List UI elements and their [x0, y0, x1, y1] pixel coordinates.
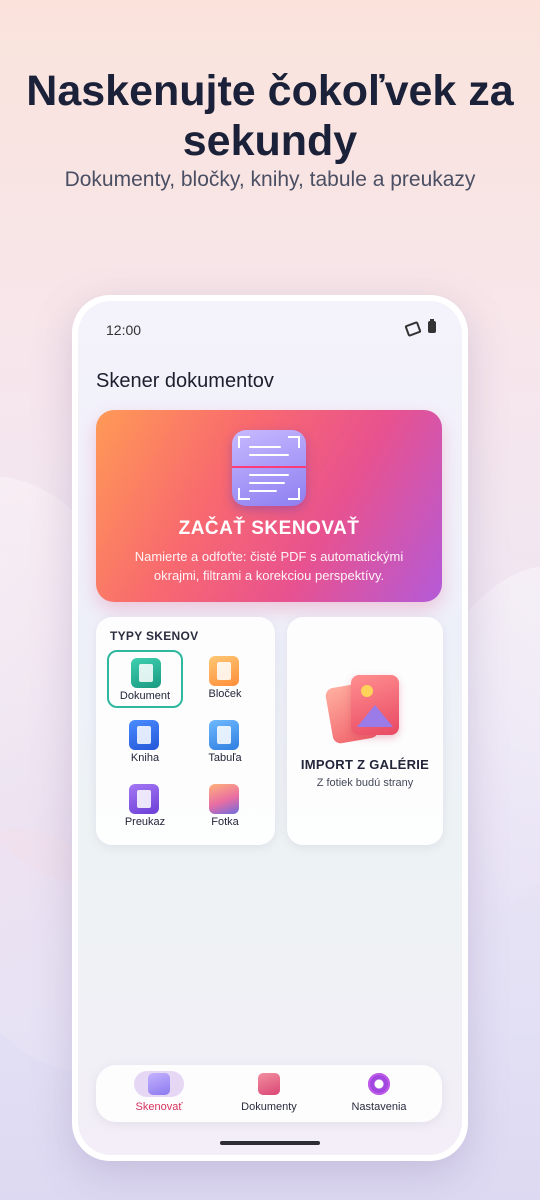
scan-type-document[interactable]: Dokument [107, 650, 183, 708]
id-card-icon [129, 784, 159, 814]
scan-type-label: Preukaz [124, 816, 166, 828]
start-scan-description: Namierte a odfoťte: čisté PDF s automati… [118, 547, 420, 585]
import-from-gallery-button[interactable]: IMPORT Z GALÉRIE Z fotiek budú strany [287, 617, 443, 845]
nav-item-label: Nastavenia [351, 1101, 407, 1113]
scan-type-id-card[interactable]: Preukaz [107, 778, 183, 836]
start-scan-description-line1: Namierte a odfoťte: čisté PDF s automati… [134, 549, 404, 564]
scan-type-receipt[interactable]: Bloček [187, 650, 263, 708]
start-scan-button[interactable]: ZAČAŤ SKENOVAŤ Namierte a odfoťte: čisté… [96, 410, 442, 602]
bottom-navigation: Skenovať Dokumenty Nastavenia [96, 1065, 442, 1122]
settings-gear-icon [368, 1073, 390, 1095]
status-icons [404, 319, 436, 333]
promo-subline: Dokumenty, bločky, knihy, tabule a preuk… [64, 168, 476, 191]
battery-icon [428, 319, 436, 333]
scan-types-title: TYPY SKENOV [110, 629, 199, 643]
home-indicator[interactable] [220, 1141, 320, 1145]
documents-folder-icon [258, 1073, 280, 1095]
document-scan-icon [232, 430, 306, 506]
start-scan-description-line2: okrajmi, filtrami a korekciou perspektív… [153, 568, 385, 583]
scan-type-label: Kniha [130, 752, 160, 764]
scan-type-label: Fotka [211, 816, 239, 828]
phone-frame: 12:00 Skener dokumentov ZAČAŤ SKENOVAŤ N… [72, 295, 468, 1161]
nav-item-label: Skenovať [135, 1101, 183, 1113]
whiteboard-icon [209, 720, 239, 750]
book-icon [129, 720, 159, 750]
scan-type-book[interactable]: Kniha [107, 714, 183, 772]
status-time: 12:00 [106, 322, 142, 338]
photo-icon [209, 784, 239, 814]
import-title: IMPORT Z GALÉRIE [300, 757, 430, 772]
promo-headline-line1: Naskenujte čokoľvek za [26, 67, 514, 115]
scan-icon [148, 1073, 170, 1095]
promo-headline-line2: sekundy [182, 117, 358, 165]
start-scan-title: ZAČAŤ SKENOVAŤ [178, 518, 360, 539]
phone-screen: 12:00 Skener dokumentov ZAČAŤ SKENOVAŤ N… [78, 301, 462, 1155]
signal-off-icon [404, 321, 418, 333]
nav-item-scan[interactable]: Skenovať [104, 1071, 214, 1117]
app-title: Skener dokumentov [96, 370, 274, 392]
promo-headline: Naskenujte čokoľvek za sekundy [0, 66, 540, 166]
gallery-icon [324, 675, 401, 745]
nav-item-settings[interactable]: Nastavenia [324, 1071, 434, 1117]
nav-item-documents[interactable]: Dokumenty [214, 1071, 324, 1117]
scan-type-label: Bloček [208, 688, 242, 700]
scan-types-card: TYPY SKENOV Dokument Bloček Kniha Tabuľa… [96, 617, 275, 845]
scan-type-label: Tabuľa [208, 752, 242, 764]
document-icon [131, 658, 161, 688]
import-description: Z fotiek budú strany [316, 777, 414, 789]
scan-type-photo[interactable]: Fotka [187, 778, 263, 836]
receipt-icon [209, 656, 239, 686]
scan-type-label: Dokument [119, 690, 171, 702]
scan-type-whiteboard[interactable]: Tabuľa [187, 714, 263, 772]
nav-item-label: Dokumenty [241, 1101, 297, 1113]
